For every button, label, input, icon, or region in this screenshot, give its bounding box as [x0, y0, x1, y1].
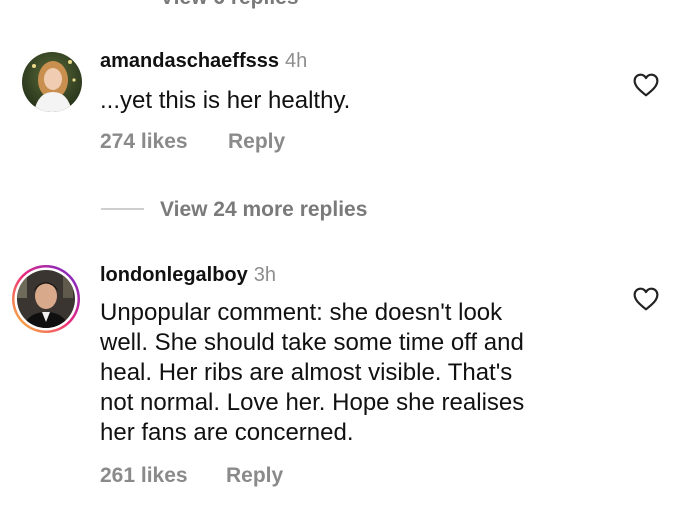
- timestamp: 4h: [284, 50, 308, 72]
- comment-line: her fans are concerned.: [100, 419, 354, 446]
- comment-line: well. She should take some time off and: [100, 329, 524, 356]
- avatar-photo: [22, 52, 82, 112]
- timestamp: 3h: [253, 264, 277, 286]
- replies-divider: [101, 208, 144, 210]
- comment-line: not normal. Love her. Hope she realises: [100, 389, 525, 416]
- story-ring-avatar: [12, 265, 80, 333]
- comment-text: ...yet this is her healthy.: [100, 87, 351, 114]
- comment-header-2: londonlegalboy 3h: [100, 264, 276, 287]
- username[interactable]: amandaschaeffsss: [100, 50, 279, 72]
- username[interactable]: londonlegalboy: [100, 264, 248, 286]
- comment-line: heal. Her ribs are almost visible. That'…: [100, 359, 513, 386]
- comment-text: Unpopular comment: she doesn't look well…: [100, 298, 620, 448]
- avatar-amandaschaeffsss[interactable]: [22, 52, 82, 112]
- likes-count[interactable]: 274 likes: [100, 130, 188, 154]
- avatar-londonlegalboy[interactable]: [11, 264, 81, 334]
- comment-header-1: amandaschaeffsss 4h: [100, 50, 307, 73]
- heart-outline-icon[interactable]: [633, 73, 659, 97]
- view-more-replies-link[interactable]: View 24 more replies: [160, 198, 367, 222]
- reply-button[interactable]: Reply: [226, 464, 283, 488]
- comment-line: Unpopular comment: she doesn't look: [100, 299, 503, 326]
- likes-count[interactable]: 261 likes: [100, 464, 188, 488]
- view-replies-link-previous[interactable]: View 6 replies: [160, 0, 299, 10]
- reply-button[interactable]: Reply: [228, 130, 285, 154]
- heart-outline-icon[interactable]: [633, 287, 659, 311]
